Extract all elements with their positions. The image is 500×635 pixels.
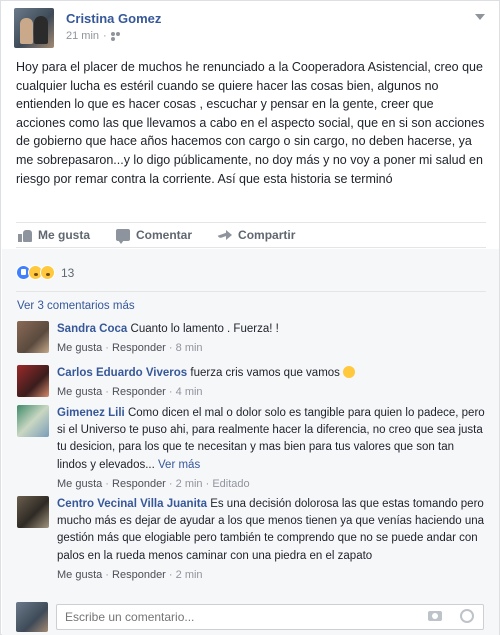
post-time[interactable]: 21 min xyxy=(66,30,99,42)
commenter-name[interactable]: Carlos Eduardo Viveros xyxy=(57,367,187,379)
comment-reply-link[interactable]: Responder xyxy=(112,478,166,490)
comment-time[interactable]: 2 min xyxy=(176,569,203,581)
reaction-summary[interactable]: 13 xyxy=(16,265,74,280)
comment-reply-link[interactable]: Responder xyxy=(112,569,166,581)
comment-meta: Me gusta · Responder · 8 min xyxy=(57,342,203,355)
post-header: Cristina Gomez 21 min · xyxy=(14,8,489,48)
comment-icon xyxy=(116,229,131,244)
share-button[interactable]: Compartir xyxy=(218,228,295,242)
post-meta: 21 min · xyxy=(66,30,121,42)
sticker-icon[interactable] xyxy=(460,609,474,623)
comment-meta: Me gusta · Responder · 2 min · Editado xyxy=(57,477,250,490)
post-actions: Me gusta Comentar Compartir xyxy=(16,222,486,248)
wow-reaction-icon xyxy=(40,265,55,280)
commenter-avatar[interactable] xyxy=(17,365,49,397)
comment-text: fuerza cris vamos que vamos xyxy=(190,367,340,379)
comment-meta: Me gusta · Responder · 4 min xyxy=(57,386,203,399)
comment-button[interactable]: Comentar xyxy=(116,228,193,244)
comment-reply-link[interactable]: Responder xyxy=(112,342,166,354)
friends-audience-icon[interactable] xyxy=(110,32,121,40)
commenter-name[interactable]: Sandra Coca xyxy=(57,323,127,335)
commenter-name[interactable]: Gimenez Lili xyxy=(57,407,125,419)
share-icon xyxy=(218,229,233,241)
comment-reply-link[interactable]: Responder xyxy=(112,386,166,398)
post-text: Hoy para el placer de muchos he renuncia… xyxy=(16,60,485,186)
share-label: Compartir xyxy=(238,228,296,242)
like-button[interactable]: Me gusta xyxy=(18,228,90,242)
like-label: Me gusta xyxy=(38,228,91,242)
chevron-down-icon[interactable] xyxy=(475,14,485,20)
comment-time[interactable]: 2 min xyxy=(176,478,203,490)
comment-composer xyxy=(16,602,486,632)
post-card: Cristina Gomez 21 min · Hoy para el plac… xyxy=(0,0,500,635)
comment-text: Cuanto lo lamento . Fuerza! ! xyxy=(130,323,279,335)
smile-emoji-icon xyxy=(343,366,356,378)
like-icon xyxy=(18,229,32,242)
comment-time[interactable]: 4 min xyxy=(176,386,203,398)
comment-input[interactable] xyxy=(56,604,484,630)
commenter-avatar[interactable] xyxy=(17,405,49,437)
comment-like-link[interactable]: Me gusta xyxy=(57,478,102,490)
edited-label[interactable]: Editado xyxy=(212,478,249,490)
comment-like-link[interactable]: Me gusta xyxy=(57,569,102,581)
divider xyxy=(16,291,486,292)
see-more-link[interactable]: Ver más xyxy=(158,459,200,471)
commenter-avatar[interactable] xyxy=(17,321,49,353)
reaction-count: 13 xyxy=(61,265,75,280)
comment-like-link[interactable]: Me gusta xyxy=(57,386,102,398)
comment-meta: Me gusta · Responder · 2 min xyxy=(57,568,203,581)
current-user-avatar xyxy=(16,602,48,632)
author-name[interactable]: Cristina Gomez xyxy=(66,11,161,26)
comment-like-link[interactable]: Me gusta xyxy=(57,342,102,354)
author-avatar[interactable] xyxy=(14,8,54,48)
commenter-name[interactable]: Centro Vecinal Villa Juanita xyxy=(57,498,207,510)
comment-label: Comentar xyxy=(136,228,193,242)
view-more-comments-link[interactable]: Ver 3 comentarios más xyxy=(17,300,135,312)
camera-icon[interactable] xyxy=(428,611,442,621)
comment-time[interactable]: 8 min xyxy=(176,342,203,354)
commenter-avatar[interactable] xyxy=(17,496,49,528)
